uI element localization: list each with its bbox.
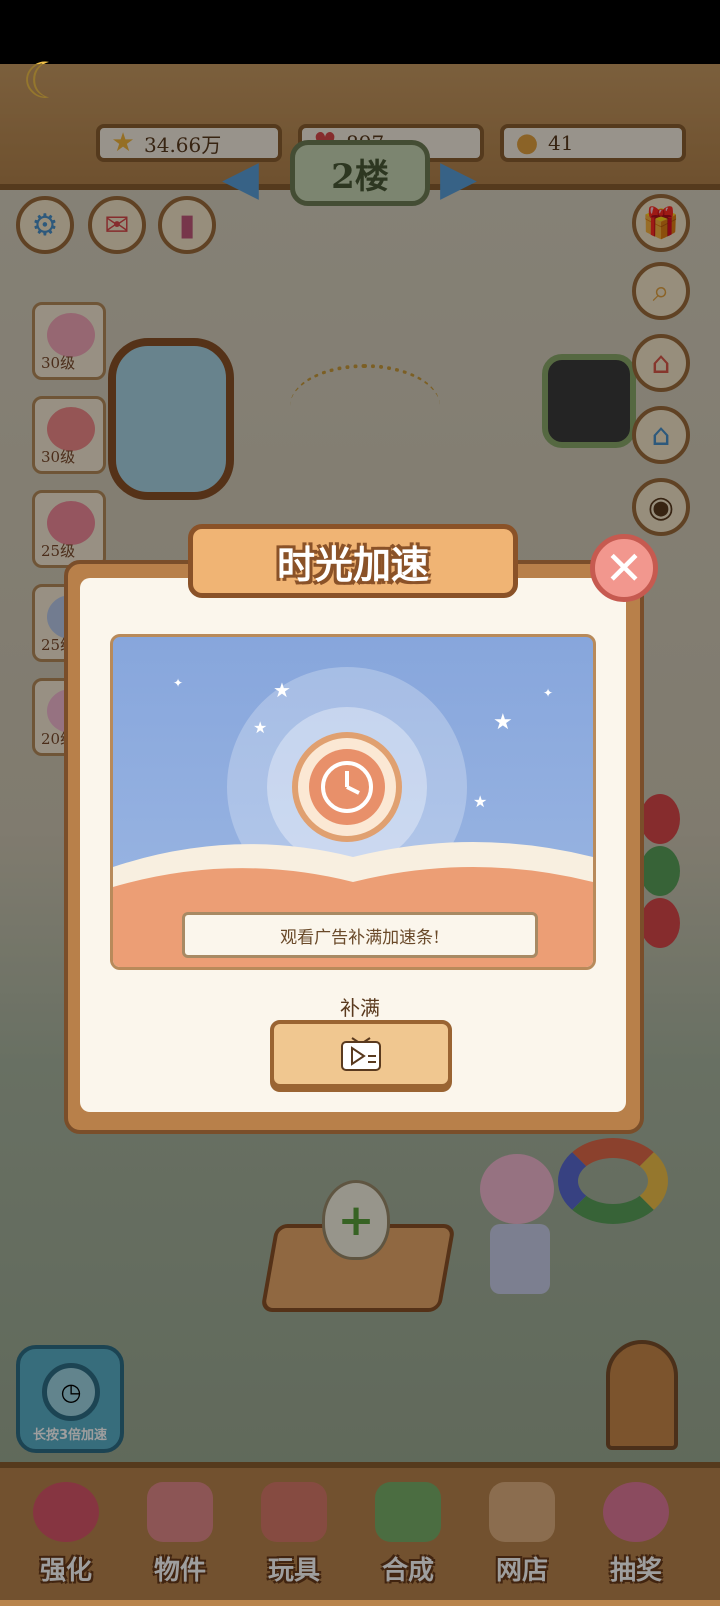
svg-text:✦: ✦ bbox=[543, 686, 553, 700]
svg-text:★: ★ bbox=[273, 678, 291, 702]
dialog-title: 时光加速 bbox=[188, 524, 518, 598]
fill-label: 补满 bbox=[340, 996, 380, 1020]
close-button[interactable]: ✕ bbox=[590, 534, 658, 602]
svg-text:★: ★ bbox=[493, 710, 513, 735]
dialog-caption: 观看广告补满加速条! bbox=[182, 912, 538, 958]
svg-text:★: ★ bbox=[253, 718, 267, 737]
dialog-title-text: 时光加速 bbox=[276, 542, 429, 587]
dialog-caption-text: 观看广告补满加速条! bbox=[280, 927, 440, 948]
tv-ad-icon bbox=[341, 1037, 381, 1071]
close-icon: ✕ bbox=[604, 541, 644, 595]
svg-text:★: ★ bbox=[473, 792, 487, 811]
svg-text:✦: ✦ bbox=[173, 676, 183, 690]
watch-ad-button[interactable] bbox=[270, 1020, 452, 1088]
